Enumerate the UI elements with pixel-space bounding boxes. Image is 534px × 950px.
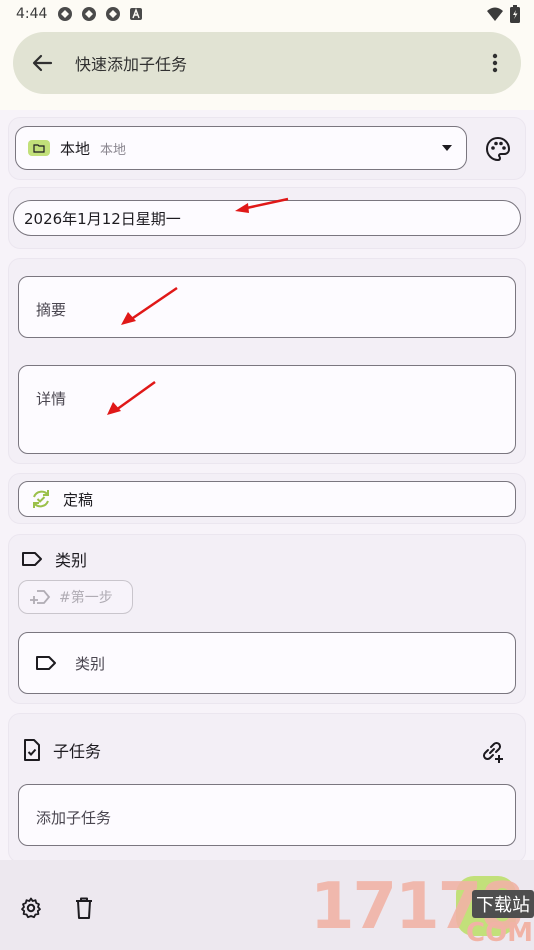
add-subtask-label: 添加子任务 <box>36 809 112 827</box>
label-icon <box>22 552 42 566</box>
notification-icons <box>57 6 143 22</box>
add-subtask-input[interactable]: 添加子任务 <box>18 784 516 846</box>
status-label: 定稿 <box>63 490 94 509</box>
palette-icon[interactable] <box>485 136 511 162</box>
category-card: 类别 #第一步 类别 <box>8 534 526 704</box>
notification-app-icon <box>106 7 121 21</box>
source-select[interactable]: 本地 本地 <box>15 126 467 170</box>
subtasks-card: 子任务 添加子任务 <box>8 713 526 863</box>
watermark-site-label: 下载站 <box>472 890 534 918</box>
text-fields-card: 摘要 详情 <box>8 258 526 464</box>
category-input-label: 类别 <box>75 654 106 673</box>
status-chip[interactable]: 定稿 <box>18 481 516 517</box>
summary-label: 摘要 <box>36 301 67 319</box>
subtasks-heading: 子任务 <box>53 742 102 761</box>
details-field[interactable]: 详情 <box>18 365 516 454</box>
wifi-icon <box>487 7 503 21</box>
add-label-icon <box>30 590 51 604</box>
category-suggestion-label: #第一步 <box>59 590 113 606</box>
folder-icon <box>28 140 50 156</box>
source-name: 本地 <box>60 139 91 158</box>
battery-icon <box>510 5 520 23</box>
annotation-arrow <box>235 197 289 213</box>
app-bar: 快速添加子任务 <box>13 32 521 94</box>
annotation-arrow <box>121 286 178 325</box>
more-vert-icon <box>492 53 498 73</box>
font-a-icon <box>130 8 143 20</box>
details-label: 详情 <box>36 390 67 408</box>
category-heading: 类别 <box>55 551 88 570</box>
category-input[interactable]: 类别 <box>18 632 516 694</box>
status-bar: 4:44 <box>0 0 534 28</box>
summary-field[interactable]: 摘要 <box>18 276 516 338</box>
back-button[interactable] <box>29 50 55 76</box>
annotation-arrow <box>107 380 156 415</box>
page-title: 快速添加子任务 <box>75 55 188 74</box>
source-card: 本地 本地 <box>8 117 526 180</box>
gear-icon <box>21 897 41 919</box>
source-subtitle: 本地 <box>100 142 127 158</box>
delete-button[interactable] <box>71 895 97 921</box>
system-icons <box>486 5 520 23</box>
notification-app-icon <box>82 7 97 21</box>
watermark-com: COM <box>466 918 534 948</box>
status-card: 定稿 <box>8 473 526 524</box>
settings-button[interactable] <box>18 895 44 921</box>
label-icon <box>36 656 56 670</box>
trash-icon <box>76 897 92 919</box>
arrow-back-icon <box>32 54 53 72</box>
sync-status-icon <box>33 490 49 508</box>
dropdown-arrow-icon <box>442 145 452 151</box>
category-header: 类别 <box>21 547 87 571</box>
add-link-icon[interactable] <box>479 738 505 764</box>
subtasks-header: 子任务 <box>23 738 101 762</box>
task-document-icon <box>24 739 40 761</box>
status-time: 4:44 <box>16 6 48 22</box>
notification-app-icon <box>58 7 73 21</box>
category-suggestion-chip[interactable]: #第一步 <box>18 580 133 614</box>
more-options-button[interactable] <box>485 50 505 76</box>
